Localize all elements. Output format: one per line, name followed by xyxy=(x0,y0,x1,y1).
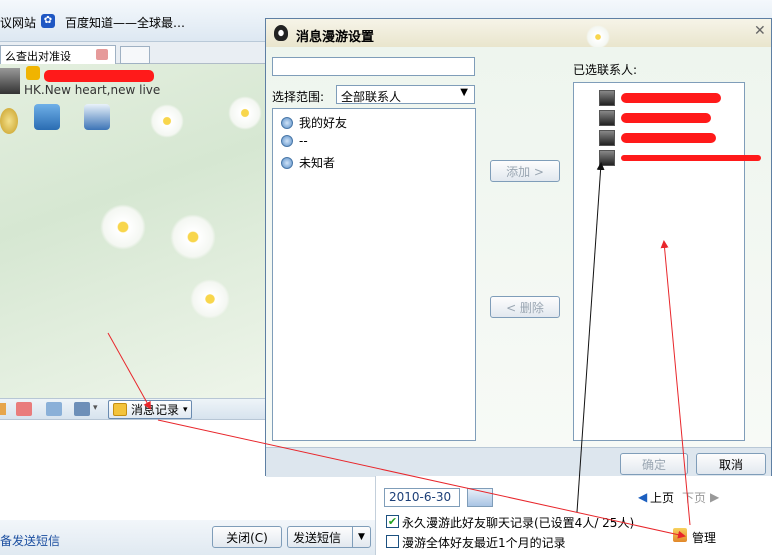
annotation-arrow xyxy=(576,162,605,513)
annotation-arrow xyxy=(157,419,686,539)
annotation-arrow xyxy=(660,240,691,526)
annotation-arrow xyxy=(107,332,151,410)
annotation-overlay xyxy=(107,162,691,539)
